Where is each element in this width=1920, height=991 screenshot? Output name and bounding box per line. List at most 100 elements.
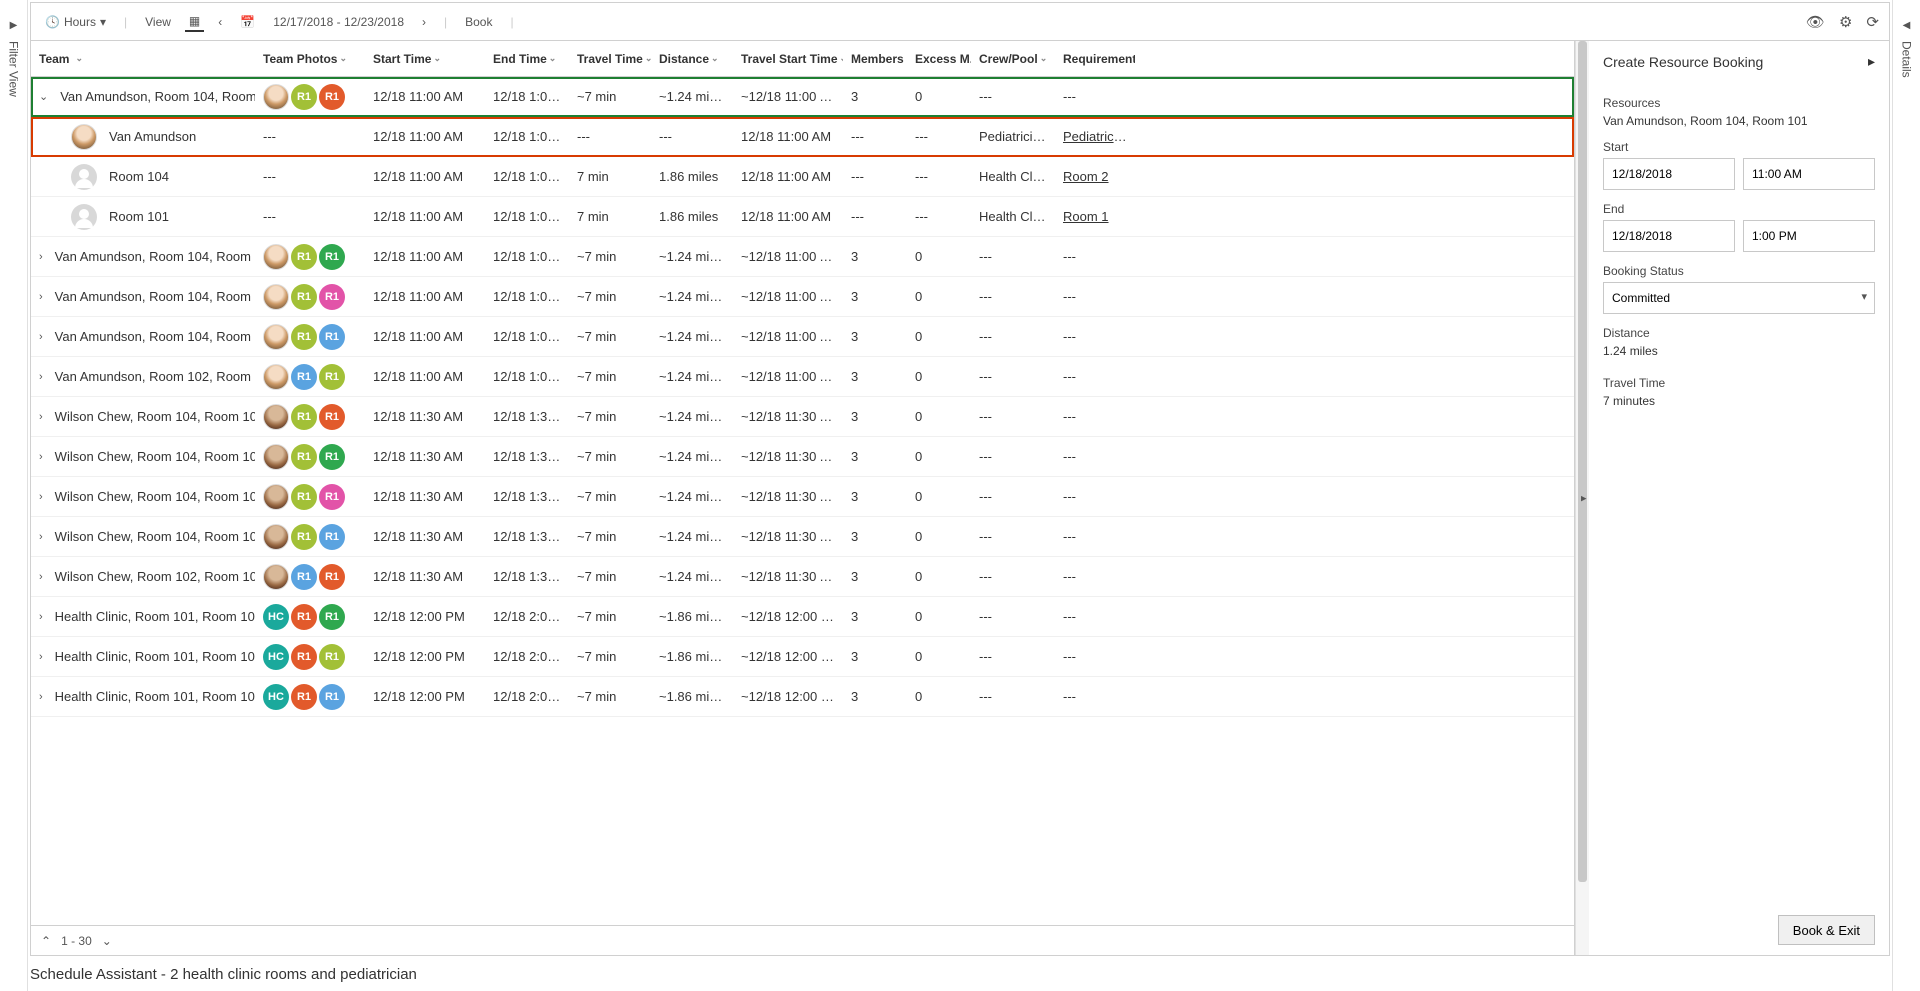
- cell-excess: 0: [907, 529, 971, 544]
- cell-start: 12/18 11:30 AM: [365, 529, 485, 544]
- table-row[interactable]: › Van Amundson, Room 104, Room 103R1R1 12/…: [31, 237, 1574, 277]
- start-date-input[interactable]: [1603, 158, 1735, 190]
- right-rail-label[interactable]: Details: [1900, 41, 1914, 78]
- col-requirement[interactable]: Requirement⌄: [1055, 52, 1135, 66]
- start-time-input[interactable]: [1743, 158, 1875, 190]
- room-badge: R1: [319, 404, 345, 430]
- col-team[interactable]: Team⌄: [31, 52, 255, 66]
- col-start[interactable]: Start Time⌄: [365, 52, 485, 66]
- table-row[interactable]: Room 104---12/18 11:00 AM12/18 1:00 PM7 …: [31, 157, 1574, 197]
- table-row[interactable]: ›Wilson Chew, Room 104, Room 101R1R112/1…: [31, 397, 1574, 437]
- table-row[interactable]: ›Wilson Chew, Room 102, Room 101R1R112/1…: [31, 557, 1574, 597]
- team-photos: R1R1: [255, 244, 365, 270]
- table-row[interactable]: Room 101---12/18 11:00 AM12/18 1:00 PM7 …: [31, 197, 1574, 237]
- resources-value: Van Amundson, Room 104, Room 101: [1603, 114, 1875, 128]
- room-badge: R1: [319, 644, 345, 670]
- room-badge: R1: [319, 484, 345, 510]
- expand-icon[interactable]: ›: [39, 651, 43, 663]
- col-photos[interactable]: Team Photos⌄: [255, 52, 365, 66]
- cell-requirement: Room 1: [1055, 209, 1135, 224]
- room-badge: R1: [319, 444, 345, 470]
- col-excess[interactable]: Excess M...⌄: [907, 52, 971, 66]
- cell-end: 12/18 1:00 PM: [485, 249, 569, 264]
- cell-distance: ~1.24 miles: [651, 569, 733, 584]
- table-row[interactable]: ›Health Clinic, Room 101, Room 104HCR1R1…: [31, 637, 1574, 677]
- expand-icon[interactable]: ›: [39, 451, 43, 463]
- table-row[interactable]: ›Van Amundson, Room 102, Room 104R1R112/…: [31, 357, 1574, 397]
- book-exit-button[interactable]: Book & Exit: [1778, 915, 1875, 945]
- prev-week-button[interactable]: ‹: [214, 13, 226, 31]
- cell-members: 3: [843, 529, 907, 544]
- table-row[interactable]: ›Wilson Chew, Room 104, Room 103R1R112/1…: [31, 437, 1574, 477]
- end-time-input[interactable]: [1743, 220, 1875, 252]
- expand-icon[interactable]: ›: [39, 611, 43, 623]
- dropdown-icon: ▾: [1861, 290, 1867, 303]
- col-end[interactable]: End Time⌄: [485, 52, 569, 66]
- cell-end: 12/18 1:30 PM: [485, 489, 569, 504]
- cell-requirement: ---: [1055, 329, 1135, 344]
- left-rail-arrow-icon[interactable]: ▶: [10, 20, 18, 31]
- cell-start: 12/18 11:00 AM: [365, 209, 485, 224]
- cell-distance: ~1.24 miles: [651, 529, 733, 544]
- requirement-link[interactable]: Room 1: [1063, 209, 1109, 224]
- table-row[interactable]: ›Health Clinic, Room 101, Room 103HCR1R1…: [31, 597, 1574, 637]
- grid-body[interactable]: ⌄Van Amundson, Room 104, Room 101R1R112/…: [31, 77, 1574, 925]
- expand-icon[interactable]: ›: [39, 291, 43, 303]
- pager-up-icon[interactable]: ⌃: [41, 934, 51, 948]
- col-members[interactable]: Members⌄: [843, 52, 907, 66]
- col-travel[interactable]: Travel Time⌄: [569, 52, 651, 66]
- table-row[interactable]: ›Health Clinic, Room 101, Room 102HCR1R1…: [31, 677, 1574, 717]
- col-crew[interactable]: Crew/Pool⌄: [971, 52, 1055, 66]
- end-date-input[interactable]: [1603, 220, 1735, 252]
- team-name: Van Amundson, Room 104, Room 103: [55, 249, 255, 264]
- left-rail-label[interactable]: Filter View: [7, 41, 21, 97]
- calendar-button[interactable]: 📅: [236, 13, 259, 31]
- right-rail-arrow-icon[interactable]: ◀: [1903, 20, 1911, 31]
- avatar-photo: [71, 124, 97, 150]
- cell-crew: ---: [971, 689, 1055, 704]
- expand-icon[interactable]: ›: [39, 571, 43, 583]
- next-week-button[interactable]: ›: [418, 13, 430, 31]
- cell-travel: ~7 min: [569, 609, 651, 624]
- requirement-link[interactable]: Pediatrician: [1063, 129, 1131, 144]
- book-button[interactable]: Book: [461, 13, 496, 31]
- cell-requirement: ---: [1055, 489, 1135, 504]
- expand-icon[interactable]: ›: [39, 531, 43, 543]
- pager-range: 1 - 30: [61, 934, 92, 948]
- table-row[interactable]: ›Wilson Chew, Room 104, Room 105R1R112/1…: [31, 477, 1574, 517]
- date-range[interactable]: 12/17/2018 - 12/23/2018: [269, 13, 408, 31]
- cell-requirement: ---: [1055, 409, 1135, 424]
- team-photos: R1R1: [255, 284, 365, 310]
- room-badge: R1: [319, 604, 345, 630]
- room-badge: R1: [319, 564, 345, 590]
- side-handle-left-icon[interactable]: ▸: [1581, 492, 1587, 505]
- table-row[interactable]: ⌄Van Amundson, Room 104, Room 101R1R112/…: [31, 77, 1574, 117]
- refresh-icon[interactable]: ⟳: [1866, 13, 1879, 31]
- expand-icon[interactable]: ›: [39, 331, 43, 343]
- expand-icon[interactable]: ›: [39, 411, 43, 423]
- gear-icon[interactable]: ⚙: [1839, 13, 1852, 31]
- collapse-icon[interactable]: ⌄: [39, 90, 48, 103]
- expand-icon[interactable]: ›: [39, 491, 43, 503]
- requirement-link[interactable]: Room 2: [1063, 169, 1109, 184]
- status-select[interactable]: [1603, 282, 1875, 314]
- table-row[interactable]: ›Van Amundson, Room 104, Room 102R1R112/…: [31, 317, 1574, 357]
- scrollbar-thumb[interactable]: [1578, 41, 1587, 882]
- visibility-icon[interactable]: 👁: [1806, 13, 1825, 31]
- room-badge: R1: [319, 284, 345, 310]
- col-travel-start[interactable]: Travel Start Time⌄: [733, 52, 843, 66]
- table-row[interactable]: ›Wilson Chew, Room 104, Room 102R1R112/1…: [31, 517, 1574, 557]
- col-distance[interactable]: Distance⌄: [651, 52, 733, 66]
- expand-icon[interactable]: ›: [39, 251, 43, 263]
- table-row[interactable]: Van Amundson---12/18 11:00 AM12/18 1:00 …: [31, 117, 1574, 157]
- collapse-icon[interactable]: ▸: [1868, 53, 1875, 70]
- hours-dropdown[interactable]: 🕓 Hours ▾: [41, 13, 110, 31]
- list-view-button[interactable]: ▦: [185, 12, 204, 32]
- expand-icon[interactable]: ›: [39, 371, 43, 383]
- cell-end: 12/18 1:00 PM: [485, 129, 569, 144]
- room-badge: R1: [291, 524, 317, 550]
- table-row[interactable]: ›Van Amundson, Room 104, Room 105R1R112/…: [31, 277, 1574, 317]
- team-name: Room 104: [109, 169, 169, 184]
- expand-icon[interactable]: ›: [39, 691, 43, 703]
- pager-down-icon[interactable]: ⌄: [102, 934, 112, 948]
